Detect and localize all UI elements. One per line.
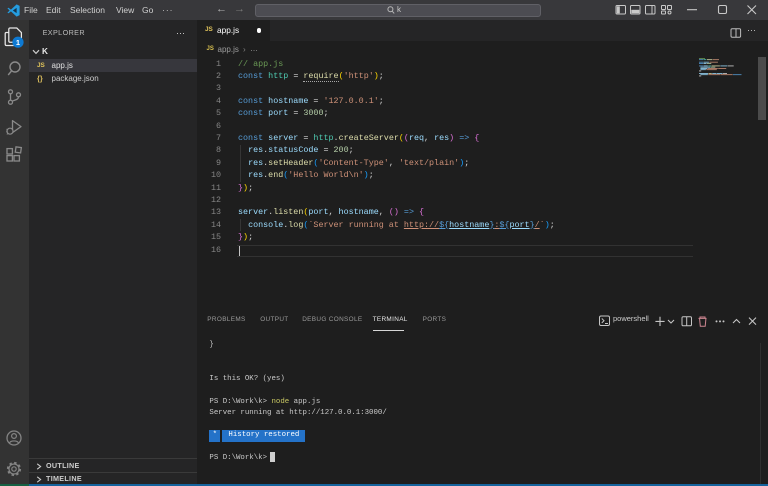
svg-text:1: 1: [16, 38, 20, 47]
